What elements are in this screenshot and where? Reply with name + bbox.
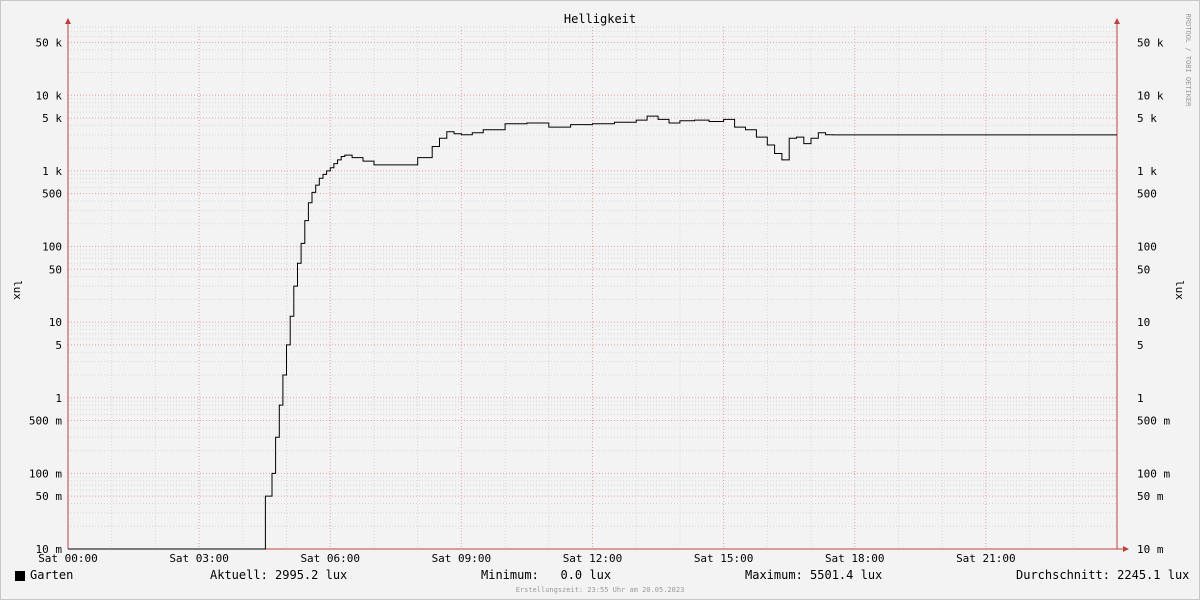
y-tick-label-left: 500 m [29,415,62,428]
stat-average: Durchschnitt: 2245.1 lux [1016,568,1190,582]
y-tick-label-right: 100 [1137,241,1157,254]
y-tick-label-left: 50 k [36,36,63,49]
y-tick-label-right: 50 k [1137,36,1164,49]
y-tick-label-right: 10 k [1137,89,1164,102]
stat-current: Aktuell: 2995.2 lux [210,568,348,582]
y-tick-label-left: 500 [42,188,62,201]
chart-title: Helligkeit [564,12,636,26]
y-tick-label-left: 10 [49,316,62,329]
y-tick-label-right: 50 [1137,263,1150,276]
series-line-garten [68,115,1117,550]
y-tick-label-right: 500 m [1137,415,1170,428]
grid-group [67,26,1118,550]
y-tick-label-right: 1 k [1137,165,1157,178]
y-tick-label-left: 10 k [36,89,63,102]
y-tick-label-right: 1 [1137,392,1144,405]
y-tick-label-left: 100 m [29,467,62,480]
legend-swatch-garten [15,571,25,581]
y-tick-label-right: 500 [1137,188,1157,201]
y-tick-label-right: 10 m [1137,543,1164,556]
y-axis-label-right: lux [1173,280,1186,300]
x-tick-label: Sat 21:00 [956,552,1016,565]
legend-label-garten: Garten [30,568,74,582]
x-tick-label: Sat 12:00 [563,552,623,565]
chart-canvas: Helligkeit lux lux RRDTOOL / TOBI OETIKE… [0,0,1200,600]
legend-row: Garten Aktuell: 2995.2 lux Minimum: 0.0 … [0,568,1200,584]
x-tick-label: Sat 09:00 [432,552,492,565]
stat-maximum: Maximum: 5501.4 lux [745,568,883,582]
x-tick-label: Sat 03:00 [169,552,229,565]
y-tick-label-left: 50 m [36,490,63,503]
y-tick-label-right: 50 m [1137,490,1164,503]
y-tick-label-right: 10 [1137,316,1150,329]
creation-time-footer: Erstellungszeit: 23:55 Uhr am 20.05.2023 [516,586,685,594]
y-axis-arrow-right [1114,18,1120,24]
y-tick-label-left: 100 [42,241,62,254]
stat-minimum: Minimum: 0.0 lux [481,568,612,582]
x-tick-label: Sat 06:00 [300,552,360,565]
y-tick-label-right: 100 m [1137,467,1170,480]
x-axis-arrow [1123,546,1129,552]
y-tick-label-left: 5 k [42,112,62,125]
y-tick-label-right: 5 [1137,339,1144,352]
watermark: RRDTOOL / TOBI OETIKER [1184,14,1192,108]
y-tick-label-left: 5 [55,339,62,352]
y-tick-label-left: 1 k [42,165,62,178]
x-tick-label: Sat 00:00 [38,552,98,565]
y-tick-label-left: 1 [55,392,62,405]
y-tick-label-left: 50 [49,263,62,276]
x-tick-label: Sat 15:00 [694,552,754,565]
chart-svg: Helligkeit lux lux RRDTOOL / TOBI OETIKE… [11,12,1192,594]
y-tick-label-right: 5 k [1137,112,1157,125]
x-tick-label: Sat 18:00 [825,552,885,565]
y-axis-label-left: lux [11,280,24,300]
y-axis-arrow-left [65,18,71,24]
